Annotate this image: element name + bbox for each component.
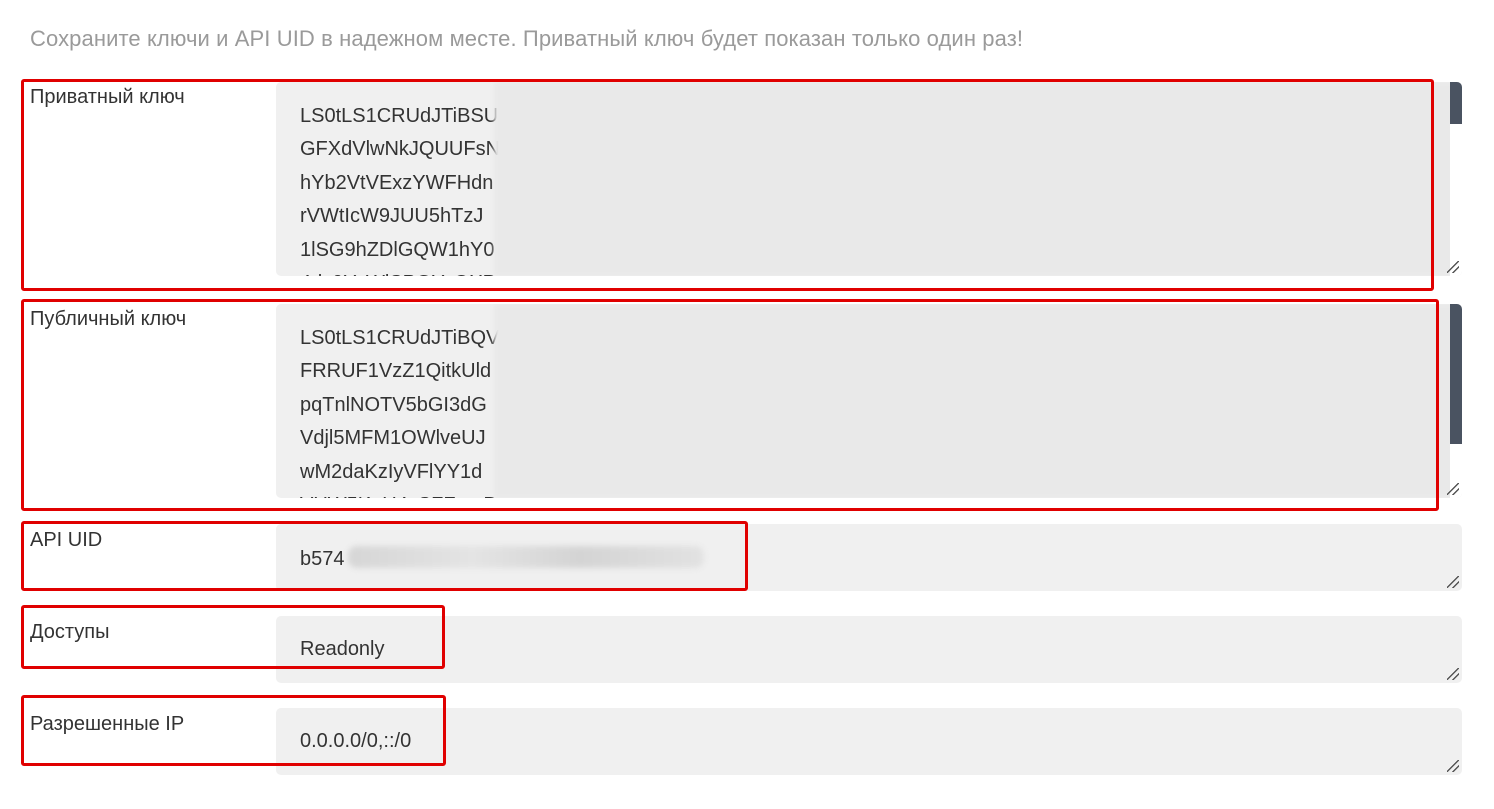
access-highlight bbox=[21, 605, 445, 669]
private-key-highlight bbox=[21, 79, 1434, 291]
resize-handle-icon[interactable] bbox=[1447, 576, 1459, 588]
public-key-highlight bbox=[21, 299, 1439, 511]
allowed-ip-highlight bbox=[21, 695, 446, 766]
public-key-scrollbar[interactable] bbox=[1450, 304, 1462, 498]
resize-handle-icon[interactable] bbox=[1447, 668, 1459, 680]
resize-handle-icon[interactable] bbox=[1447, 760, 1459, 772]
save-keys-notice: Сохраните ключи и API UID в надежном мес… bbox=[30, 26, 1024, 51]
resize-handle-icon[interactable] bbox=[1447, 483, 1459, 495]
private-key-scrollbar[interactable] bbox=[1450, 82, 1462, 276]
public-key-scroll-thumb[interactable] bbox=[1450, 304, 1462, 444]
allowed-ip-field[interactable]: 0.0.0.0/0,::/0 bbox=[276, 708, 1462, 775]
resize-handle-icon[interactable] bbox=[1447, 261, 1459, 273]
api-uid-highlight bbox=[21, 521, 748, 591]
access-field[interactable]: Readonly bbox=[276, 616, 1462, 683]
private-key-scroll-thumb[interactable] bbox=[1450, 82, 1462, 124]
